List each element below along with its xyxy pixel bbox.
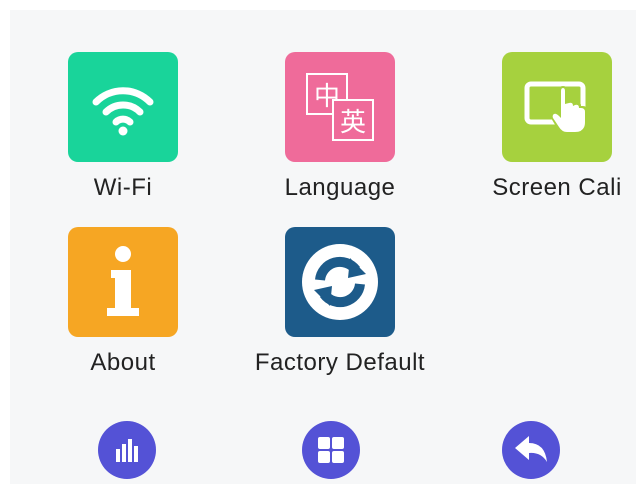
touch-screen-icon	[524, 81, 587, 134]
wifi-tile[interactable]: Wi-Fi	[33, 52, 213, 222]
settings-screen: Wi-Fi 中 英 Language Screen Cali About Fac…	[10, 10, 636, 484]
screen-cali-tile[interactable]: Screen Cali	[467, 52, 636, 222]
screen-cali-icon-box[interactable]	[502, 52, 612, 162]
about-label: About	[90, 349, 156, 376]
wifi-icon-box[interactable]	[68, 52, 178, 162]
stats-button[interactable]	[98, 421, 156, 479]
info-icon	[107, 246, 139, 316]
language-glyph-bottom-box: 英	[332, 99, 374, 141]
wifi-label: Wi-Fi	[93, 174, 153, 201]
back-button[interactable]	[502, 421, 560, 479]
back-arrow-icon	[515, 436, 547, 462]
grid-icon	[318, 437, 344, 463]
language-icon: 中 英	[302, 69, 378, 145]
refresh-icon	[302, 244, 378, 320]
about-tile[interactable]: About	[33, 227, 213, 397]
apps-button[interactable]	[302, 421, 360, 479]
language-icon-box[interactable]: 中 英	[285, 52, 395, 162]
language-glyph-bottom: 英	[339, 107, 366, 138]
factory-default-label: Factory Default	[254, 349, 426, 376]
language-label: Language	[284, 174, 396, 201]
language-tile[interactable]: 中 英 Language	[250, 52, 430, 222]
bar-chart-icon	[116, 439, 138, 462]
factory-default-tile[interactable]: Factory Default	[250, 227, 430, 397]
about-icon-box[interactable]	[68, 227, 178, 337]
factory-default-icon-box[interactable]	[285, 227, 395, 337]
screen-cali-label: Screen Cali	[492, 174, 622, 201]
wifi-icon	[92, 87, 154, 136]
